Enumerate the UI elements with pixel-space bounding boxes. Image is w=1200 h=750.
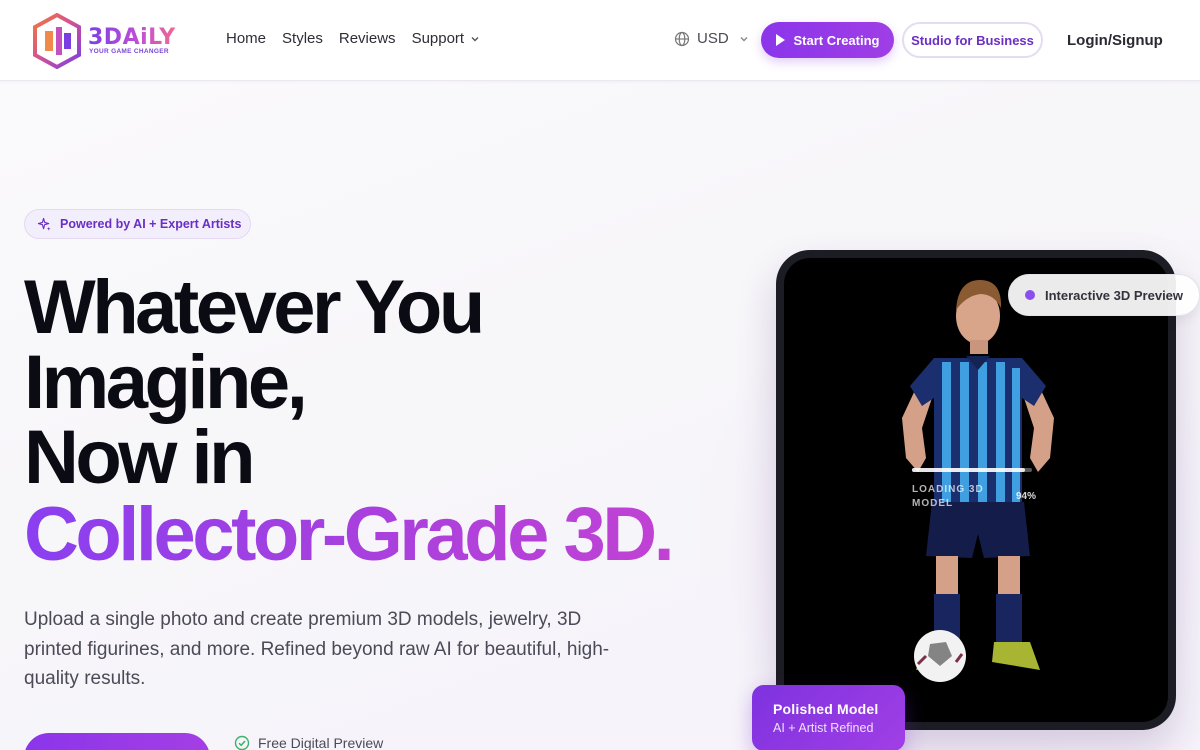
hero-headline-line-1: Whatever You	[24, 265, 485, 350]
globe-icon	[674, 31, 690, 46]
free-preview-label: Free Digital Preview	[258, 735, 384, 750]
hero-headline-line-3: Now in	[24, 415, 256, 500]
hero-description: Upload a single photo and create premium…	[24, 609, 610, 689]
main-nav: Home Styles Reviews Support	[226, 30, 496, 47]
status-dot-icon	[1025, 290, 1035, 300]
polished-model-card: Polished Model AI + Artist Refined	[752, 685, 905, 750]
polished-model-subtitle: AI + Artist Refined	[773, 721, 874, 735]
nav-styles[interactable]: Styles	[282, 30, 323, 47]
start-creating-label: Start Creating	[793, 32, 880, 48]
loading-label: LOADING 3D MODEL	[912, 484, 984, 509]
chevron-down-icon	[740, 36, 748, 41]
loading-progress-fill	[912, 468, 1025, 472]
site-header: 3DAiLY YOUR GAME CHANGER Home Styles Rev…	[0, 0, 1200, 81]
nav-home[interactable]: Home	[226, 30, 266, 47]
hero-cta-button[interactable]	[24, 733, 210, 750]
hero-headline-accent: Collector-Grade 3D.	[24, 492, 675, 577]
sparkles-icon	[37, 217, 51, 231]
loading-percent: 94%	[1016, 491, 1037, 502]
currency-selector[interactable]: USD	[674, 30, 749, 47]
currency-label: USD	[697, 30, 729, 47]
start-creating-button[interactable]: Start Creating	[761, 22, 894, 58]
brand-name: 3DAiLY	[88, 25, 176, 50]
play-icon	[775, 34, 785, 46]
nav-support[interactable]: Support	[412, 30, 481, 47]
interactive-preview-label: Interactive 3D Preview	[1045, 287, 1184, 303]
brand-logo[interactable]: 3DAiLY YOUR GAME CHANGER	[33, 13, 183, 69]
studio-for-business-button[interactable]: Studio for Business	[902, 22, 1043, 58]
powered-by-badge: Powered by AI + Expert Artists	[24, 209, 251, 239]
powered-by-label: Powered by AI + Expert Artists	[60, 217, 242, 231]
interactive-preview-pill: Interactive 3D Preview	[1008, 274, 1200, 316]
hero-headline-line-2: Imagine,	[24, 340, 308, 425]
nav-support-label: Support	[411, 30, 465, 47]
chevron-down-icon	[471, 36, 479, 41]
nav-reviews[interactable]: Reviews	[339, 30, 396, 47]
check-circle-icon	[234, 735, 250, 750]
free-preview-note: Free Digital Preview	[234, 735, 383, 750]
brand-tagline: YOUR GAME CHANGER	[89, 48, 169, 55]
login-signup-link[interactable]: Login/Signup	[1067, 32, 1163, 49]
model-viewer[interactable]: LOADING 3D MODEL 94%	[784, 258, 1168, 722]
loading-progress-bar	[912, 468, 1032, 472]
polished-model-title: Polished Model	[773, 701, 879, 717]
logo-mark-icon	[33, 13, 81, 69]
